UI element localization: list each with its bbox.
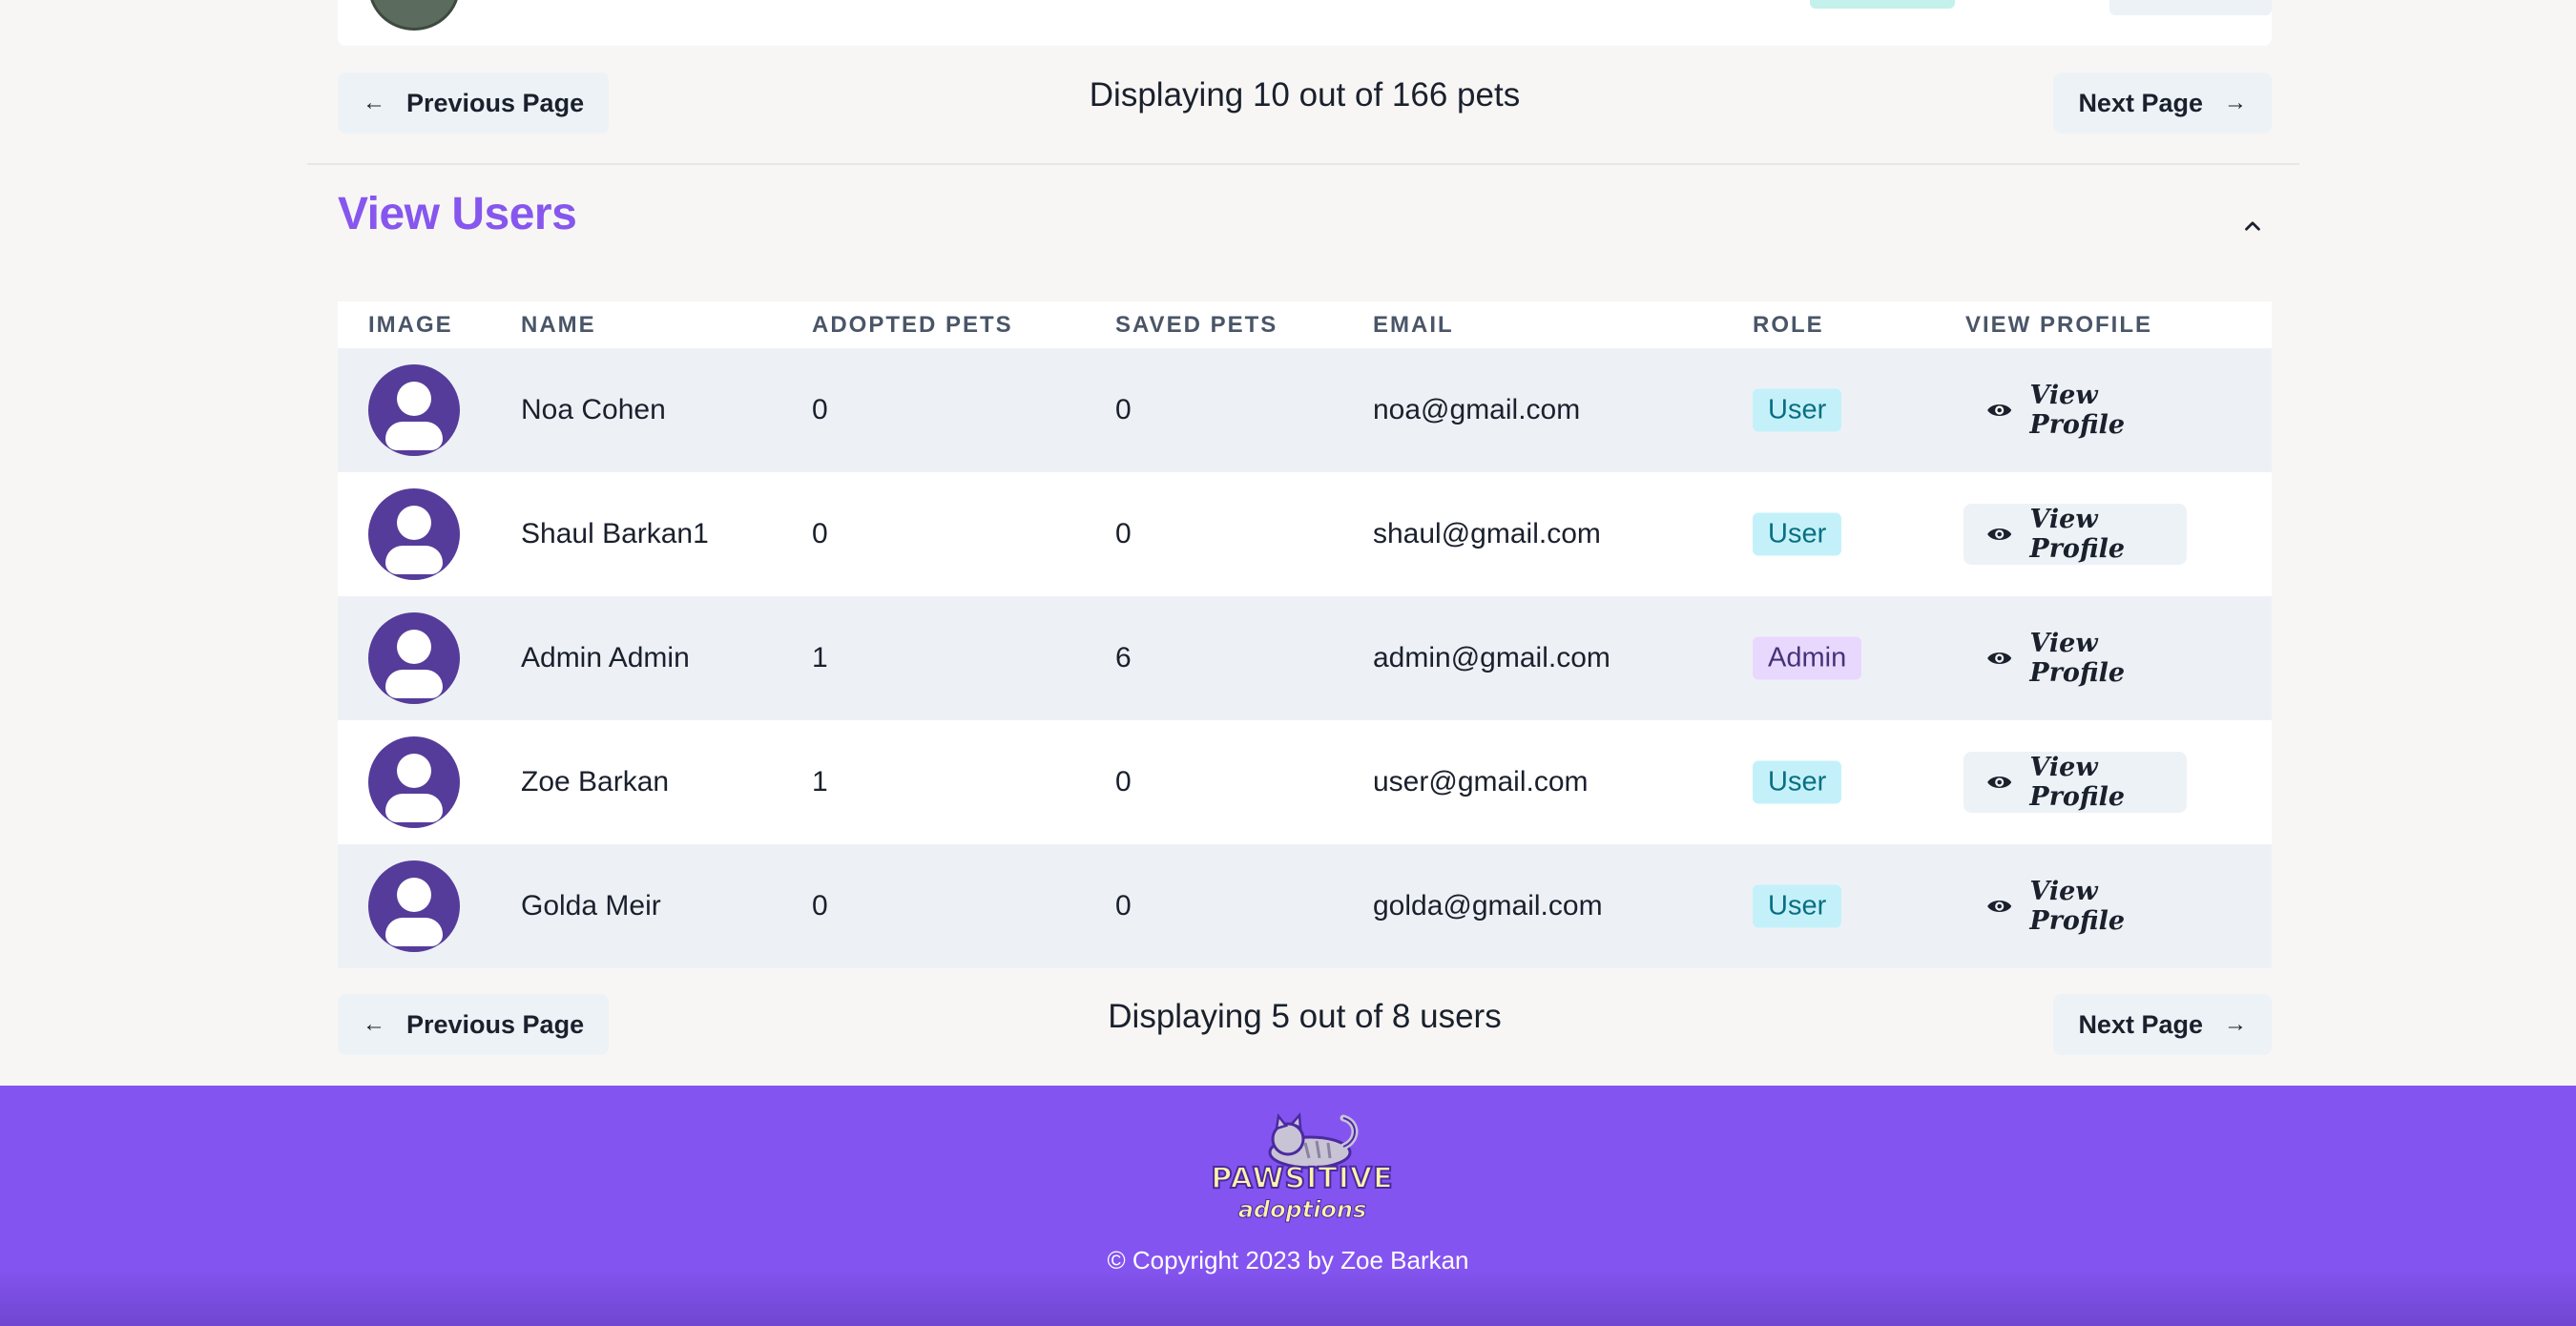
column-header-saved-pets: SAVED PETS: [1115, 312, 1278, 338]
pets-pagination-status: Displaying 10 out of 166 pets: [1089, 76, 1521, 114]
role-badge: User: [1753, 760, 1842, 804]
user-name: Admin Admin: [521, 642, 690, 673]
adopted-pets-count: 0: [812, 890, 828, 922]
user-avatar-icon: [368, 612, 460, 704]
column-header-adopted-pets: ADOPTED PETS: [812, 312, 1013, 338]
role-badge: User: [1753, 884, 1842, 928]
saved-pets-count: 0: [1115, 518, 1132, 549]
column-header-image: IMAGE: [368, 312, 453, 338]
pet-image: [368, 0, 460, 31]
column-header-name: NAME: [521, 312, 596, 338]
eye-icon: [1987, 653, 2012, 664]
cat-icon: [1268, 1111, 1359, 1170]
table-row: Golda Meir 0 0 golda@gmail.com User View…: [338, 844, 2272, 968]
users-next-page-button[interactable]: Next Page →: [2053, 994, 2272, 1055]
user-name: Shaul Barkan1: [521, 518, 709, 549]
eye-icon: [1987, 528, 2012, 540]
view-profile-label: View Profile: [2029, 505, 2126, 564]
pets-next-page-button[interactable]: Next Page →: [2053, 73, 2272, 134]
saved-pets-count: 6: [1115, 642, 1132, 673]
adopted-pets-count: 0: [812, 518, 828, 549]
table-row: Zoe Barkan 1 0 user@gmail.com User View …: [338, 720, 2272, 844]
user-email: golda@gmail.com: [1373, 890, 1603, 922]
eye-icon: [1987, 404, 2012, 416]
logo-word-adoptions: adoptions: [1237, 1196, 1367, 1224]
chevron-up-icon: [2245, 221, 2260, 231]
user-avatar-icon: [368, 488, 460, 580]
users-table: IMAGE NAME ADOPTED PETS SAVED PETS EMAIL…: [338, 301, 2272, 968]
table-header: IMAGE NAME ADOPTED PETS SAVED PETS EMAIL…: [338, 301, 2272, 348]
view-profile-button[interactable]: View Profile: [1963, 876, 2187, 937]
view-profile-label: View Profile: [2029, 877, 2126, 936]
user-email: noa@gmail.com: [1373, 394, 1581, 425]
users-pagination-status: Displaying 5 out of 8 users: [1108, 998, 1502, 1035]
saved-pets-count: 0: [1115, 394, 1132, 425]
user-avatar-icon: [368, 736, 460, 828]
logo-word-pawsitive: PAWSITIVE: [1210, 1161, 1394, 1196]
user-email: admin@gmail.com: [1373, 642, 1610, 673]
eye-icon: [1987, 777, 2012, 788]
user-avatar-icon: [368, 364, 460, 456]
saved-pets-count: 0: [1115, 766, 1132, 798]
role-badge: User: [1753, 388, 1842, 432]
table-row: Shaul Barkan1 0 0 shaul@gmail.com User V…: [338, 472, 2272, 596]
adopted-pets-count: 1: [812, 766, 828, 798]
view-profile-label: View Profile: [2029, 381, 2126, 440]
user-name: Golda Meir: [521, 890, 661, 922]
role-badge: User: [1753, 512, 1842, 556]
table-row: Noa Cohen 0 0 noa@gmail.com User View Pr…: [338, 348, 2272, 472]
pets-table-tail: [338, 0, 2272, 46]
eye-icon: [1987, 901, 2012, 912]
pets-pagination: ← Previous Page Displaying 10 out of 166…: [338, 73, 2272, 134]
pawsitive-adoptions-logo[interactable]: PAWSITIVE adoptions: [1210, 1103, 1395, 1225]
adopted-pets-count: 1: [812, 642, 828, 673]
view-profile-label: View Profile: [2029, 629, 2126, 688]
adopted-pets-count: 0: [812, 394, 828, 425]
user-name: Noa Cohen: [521, 394, 666, 425]
view-users-title[interactable]: View Users: [338, 188, 577, 240]
view-profile-button[interactable]: View Profile: [1963, 504, 2187, 565]
column-header-role: ROLE: [1753, 312, 1824, 338]
user-email: user@gmail.com: [1373, 766, 1589, 798]
saved-pets-count: 0: [1115, 890, 1132, 922]
user-avatar-icon: [368, 860, 460, 952]
footer-shadow: [0, 1269, 2576, 1326]
next-page-label: Next Page: [2078, 1009, 2203, 1039]
user-email: shaul@gmail.com: [1373, 518, 1601, 549]
view-profile-button[interactable]: View Profile: [1963, 628, 2187, 689]
pet-status-badge: [1810, 0, 1955, 9]
role-badge: Admin: [1753, 636, 1862, 680]
arrow-right-icon: →: [2224, 1011, 2247, 1037]
users-pagination: ← Previous Page Displaying 5 out of 8 us…: [338, 994, 2272, 1055]
footer: PAWSITIVE adoptions © Copyright 2023 by …: [0, 1086, 2576, 1326]
view-profile-button[interactable]: View Profile: [1963, 752, 2187, 813]
column-header-view-profile: VIEW PROFILE: [1965, 312, 2153, 338]
collapse-users-button[interactable]: [2233, 206, 2273, 246]
section-divider: [307, 163, 2299, 165]
view-profile-label: View Profile: [2029, 753, 2126, 812]
user-name: Zoe Barkan: [521, 766, 670, 798]
view-profile-button[interactable]: View Profile: [1963, 380, 2187, 441]
table-row: Admin Admin 1 6 admin@gmail.com Admin Vi…: [338, 596, 2272, 720]
arrow-right-icon: →: [2224, 90, 2247, 115]
pet-action-button[interactable]: [2109, 0, 2272, 15]
column-header-email: EMAIL: [1373, 312, 1454, 338]
next-page-label: Next Page: [2078, 88, 2203, 117]
